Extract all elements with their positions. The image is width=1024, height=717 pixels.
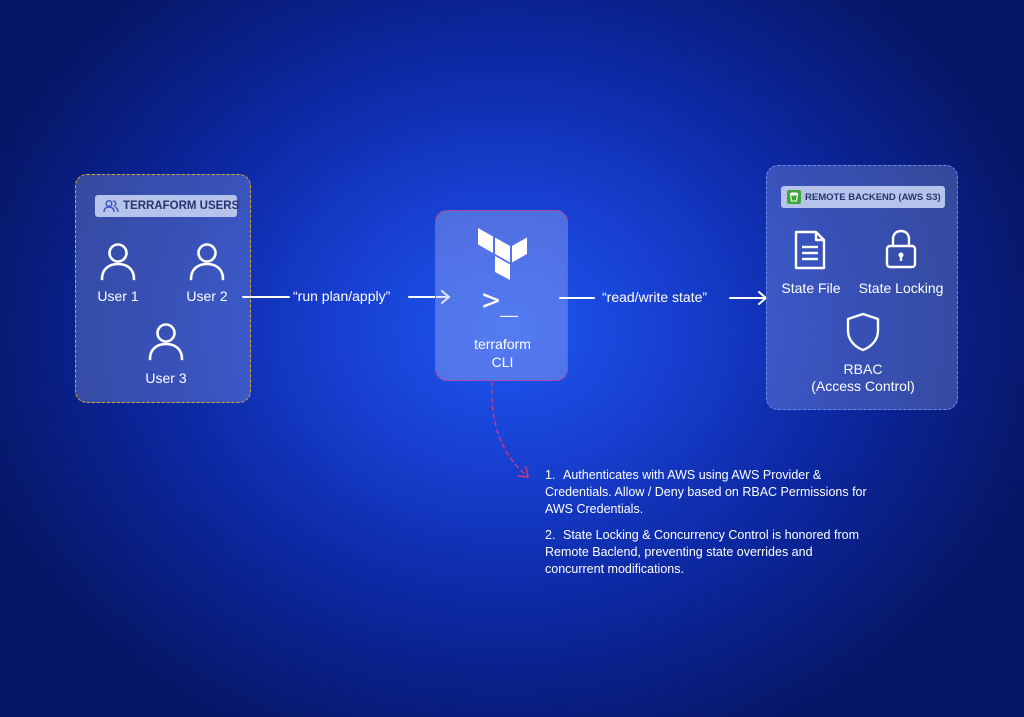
lock-icon xyxy=(885,229,917,269)
terraform-logo-icon xyxy=(478,228,527,280)
terraform-users-title: TERRAFORM USERS xyxy=(123,200,240,212)
user-icon xyxy=(100,243,136,281)
users-group-icon xyxy=(103,199,119,213)
terraform-cli-label-line1: terraform xyxy=(474,336,531,352)
remote-backend-badge: REMOTE BACKEND (AWS S3) xyxy=(781,186,945,208)
terraform-users-badge: TERRAFORM USERS xyxy=(95,195,240,217)
arrow-label-run-plan-apply: “run plan/apply” xyxy=(293,288,391,304)
user-icon xyxy=(148,323,184,361)
state-locking-label: State Locking xyxy=(858,280,944,296)
note-text: Authenticates with AWS using AWS Provide… xyxy=(545,468,867,516)
s3-bucket-icon xyxy=(787,190,801,204)
note-item: 1. Authenticates with AWS using AWS Provi… xyxy=(545,467,875,518)
user-icon xyxy=(189,243,225,281)
notes-list: 1. Authenticates with AWS using AWS Provi… xyxy=(545,467,875,587)
document-icon xyxy=(794,230,826,270)
terraform-cli-label-line2: CLI xyxy=(491,354,514,370)
note-number: 1. xyxy=(545,468,556,482)
rbac-access-control-label: (Access Control) xyxy=(811,378,915,394)
dashed-connector-cli-to-notes xyxy=(491,381,529,478)
note-text: State Locking & Concurrency Control is h… xyxy=(545,528,859,576)
remote-backend-title: REMOTE BACKEND (AWS S3) xyxy=(805,191,941,203)
user-3-label: User 3 xyxy=(145,370,187,386)
rbac-label: RBAC xyxy=(843,361,883,377)
terraform-cli-panel: >_ terraform CLI xyxy=(435,210,568,381)
terraform-users-panel: TERRAFORM USERS User 1 User 2 User 3 xyxy=(75,174,251,403)
user-2-label: User 2 xyxy=(186,288,228,304)
shield-icon xyxy=(846,312,880,352)
remote-backend-panel: REMOTE BACKEND (AWS S3) State File State… xyxy=(766,165,958,410)
terminal-prompt-icon: >_ xyxy=(482,283,519,318)
note-number: 2. xyxy=(545,528,556,542)
note-item: 2. State Locking & Concurrency Control is… xyxy=(545,527,875,578)
state-file-label: State File xyxy=(781,280,841,296)
arrow-label-read-write-state: “read/write state” xyxy=(602,289,708,305)
user-1-label: User 1 xyxy=(97,288,139,304)
